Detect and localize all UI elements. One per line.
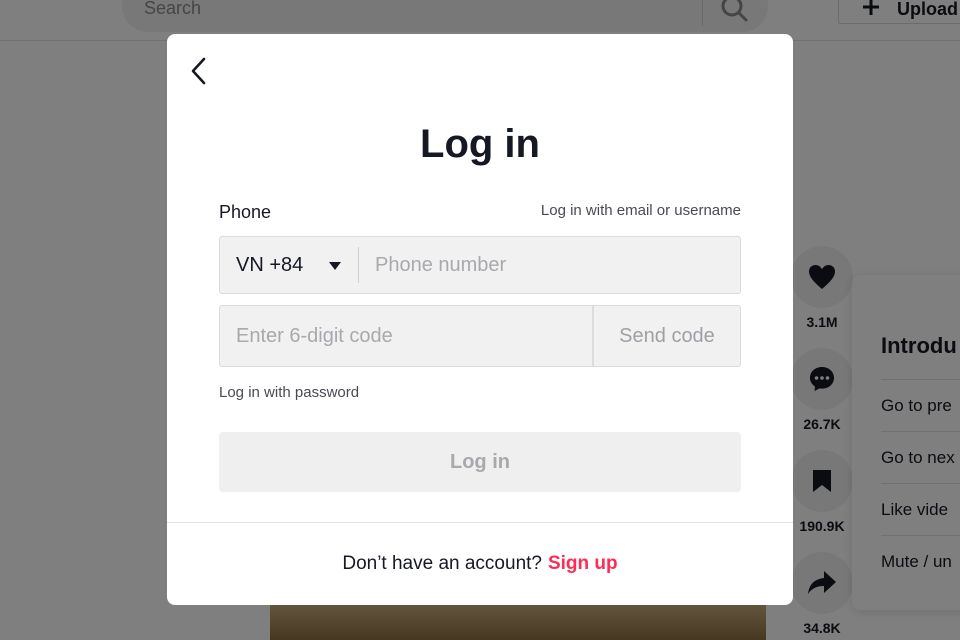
send-code-button[interactable]: Send code bbox=[593, 305, 741, 367]
modal-footer: Don’t have an account? Sign up bbox=[167, 522, 793, 605]
signup-prompt: Don’t have an account? bbox=[342, 553, 542, 574]
country-code-value: VN +84 bbox=[236, 254, 304, 276]
phone-number-input[interactable] bbox=[359, 237, 739, 293]
back-button[interactable] bbox=[185, 54, 213, 88]
signup-link[interactable]: Sign up bbox=[548, 553, 618, 574]
chevron-left-icon bbox=[191, 57, 206, 85]
login-with-password-link[interactable]: Log in with password bbox=[219, 384, 359, 401]
login-modal: Log in Phone Log in with email or userna… bbox=[167, 34, 793, 605]
login-submit-button[interactable]: Log in bbox=[219, 432, 741, 492]
phone-field: VN +84 bbox=[219, 236, 741, 294]
login-with-email-link[interactable]: Log in with email or username bbox=[541, 202, 741, 219]
modal-title: Log in bbox=[420, 122, 540, 166]
country-code-select[interactable]: VN +84 bbox=[220, 237, 358, 293]
caret-down-icon bbox=[329, 262, 341, 270]
phone-label: Phone bbox=[219, 202, 272, 222]
verification-code-input[interactable] bbox=[219, 305, 593, 367]
